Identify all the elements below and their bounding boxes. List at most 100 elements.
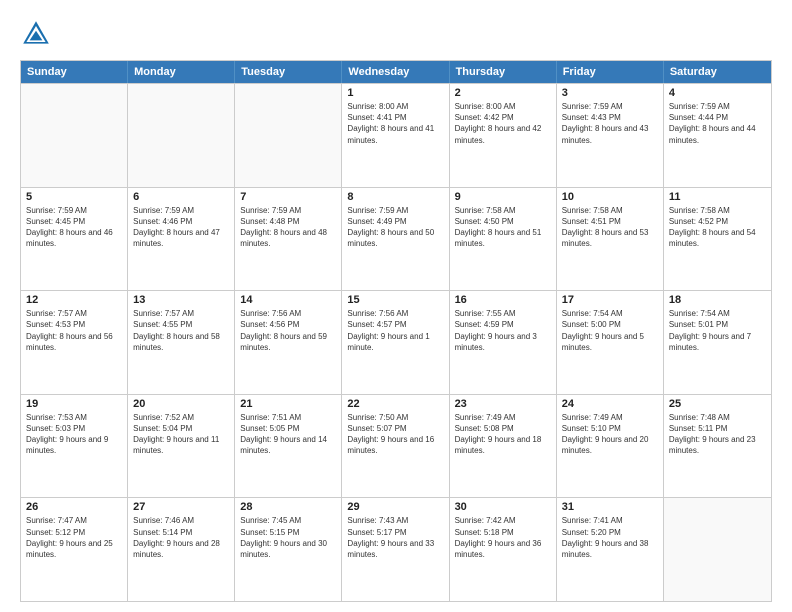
calendar-cell: 23 Sunrise: 7:49 AM Sunset: 5:08 PM Dayli… (450, 395, 557, 498)
calendar-cell: 13Sunrise: 7:57 AM Sunset: 4:55 PM Dayli… (128, 291, 235, 394)
calendar-cell: 21 Sunrise: 7:51 AM Sunset: 5:05 PM Dayli… (235, 395, 342, 498)
calendar-cell: 19 Sunrise: 7:53 AM Sunset: 5:03 PM Dayli… (21, 395, 128, 498)
cell-day-number: 28 (240, 501, 336, 513)
cell-day-number: 19 (26, 398, 122, 410)
cell-day-number: 27 (133, 501, 229, 513)
calendar-cell (664, 498, 771, 601)
cell-day-number: 18 (669, 294, 766, 306)
cell-day-number: 26 (26, 501, 122, 513)
calendar-cell: 7 Sunrise: 7:59 AM Sunset: 4:48 PM Daylig… (235, 188, 342, 291)
cal-header-cell: Sunday (21, 61, 128, 83)
cell-info-text: Sunrise: 7:46 AM Sunset: 5:14 PM Dayligh… (133, 515, 229, 560)
cell-day-number: 24 (562, 398, 658, 410)
cal-header-cell: Friday (557, 61, 664, 83)
cell-day-number: 7 (240, 191, 336, 203)
cell-day-number: 11 (669, 191, 766, 203)
cell-info-text: Sunrise: 7:59 AM Sunset: 4:46 PM Dayligh… (133, 205, 229, 250)
cell-info-text: Sunrise: 7:59 AM Sunset: 4:44 PM Dayligh… (669, 101, 766, 146)
calendar-week-row: 19 Sunrise: 7:53 AM Sunset: 5:03 PM Dayli… (21, 394, 771, 498)
cell-info-text: Sunrise: 7:54 AM Sunset: 5:00 PM Dayligh… (562, 308, 658, 353)
cell-info-text: Sunrise: 7:57 AM Sunset: 4:53 PM Dayligh… (26, 308, 122, 353)
cell-day-number: 21 (240, 398, 336, 410)
calendar-header-row: SundayMondayTuesdayWednesdayThursdayFrid… (21, 61, 771, 83)
calendar-cell: 28 Sunrise: 7:45 AM Sunset: 5:15 PM Dayli… (235, 498, 342, 601)
cell-info-text: Sunrise: 7:48 AM Sunset: 5:11 PM Dayligh… (669, 412, 766, 457)
cell-day-number: 29 (347, 501, 443, 513)
cell-info-text: Sunrise: 7:45 AM Sunset: 5:15 PM Dayligh… (240, 515, 336, 560)
calendar-cell: 16 Sunrise: 7:55 AM Sunset: 4:59 PM Dayli… (450, 291, 557, 394)
calendar-cell: 9 Sunrise: 7:58 AM Sunset: 4:50 PM Daylig… (450, 188, 557, 291)
calendar-cell (128, 84, 235, 187)
calendar-cell: 11 Sunrise: 7:58 AM Sunset: 4:52 PM Dayli… (664, 188, 771, 291)
cell-info-text: Sunrise: 7:59 AM Sunset: 4:43 PM Dayligh… (562, 101, 658, 146)
cell-info-text: Sunrise: 7:58 AM Sunset: 4:50 PM Dayligh… (455, 205, 551, 250)
calendar-cell: 4 Sunrise: 7:59 AM Sunset: 4:44 PM Daylig… (664, 84, 771, 187)
calendar-cell: 20 Sunrise: 7:52 AM Sunset: 5:04 PM Dayli… (128, 395, 235, 498)
cell-day-number: 20 (133, 398, 229, 410)
cell-info-text: Sunrise: 7:58 AM Sunset: 4:51 PM Dayligh… (562, 205, 658, 250)
cell-day-number: 10 (562, 191, 658, 203)
cell-day-number: 22 (347, 398, 443, 410)
cell-info-text: Sunrise: 7:49 AM Sunset: 5:10 PM Dayligh… (562, 412, 658, 457)
cal-header-cell: Monday (128, 61, 235, 83)
cell-info-text: Sunrise: 7:43 AM Sunset: 5:17 PM Dayligh… (347, 515, 443, 560)
cell-day-number: 23 (455, 398, 551, 410)
page: SundayMondayTuesdayWednesdayThursdayFrid… (0, 0, 792, 612)
cell-info-text: Sunrise: 8:00 AM Sunset: 4:41 PM Dayligh… (347, 101, 443, 146)
calendar-cell: 22 Sunrise: 7:50 AM Sunset: 5:07 PM Dayli… (342, 395, 449, 498)
cell-day-number: 31 (562, 501, 658, 513)
cell-day-number: 3 (562, 87, 658, 99)
cell-info-text: Sunrise: 7:53 AM Sunset: 5:03 PM Dayligh… (26, 412, 122, 457)
cell-info-text: Sunrise: 7:59 AM Sunset: 4:49 PM Dayligh… (347, 205, 443, 250)
cell-day-number: 9 (455, 191, 551, 203)
cell-info-text: Sunrise: 7:58 AM Sunset: 4:52 PM Dayligh… (669, 205, 766, 250)
calendar-week-row: 26 Sunrise: 7:47 AM Sunset: 5:12 PM Dayli… (21, 497, 771, 601)
logo-icon (20, 18, 52, 50)
calendar-cell: 10 Sunrise: 7:58 AM Sunset: 4:51 PM Dayli… (557, 188, 664, 291)
cell-day-number: 8 (347, 191, 443, 203)
cell-day-number: 17 (562, 294, 658, 306)
calendar-cell: 15Sunrise: 7:56 AM Sunset: 4:57 PM Dayli… (342, 291, 449, 394)
calendar-body: 1Sunrise: 8:00 AM Sunset: 4:41 PM Daylig… (21, 83, 771, 601)
cell-day-number: 16 (455, 294, 551, 306)
cell-info-text: Sunrise: 7:42 AM Sunset: 5:18 PM Dayligh… (455, 515, 551, 560)
cell-info-text: Sunrise: 7:59 AM Sunset: 4:45 PM Dayligh… (26, 205, 122, 250)
calendar-cell: 17 Sunrise: 7:54 AM Sunset: 5:00 PM Dayli… (557, 291, 664, 394)
cal-header-cell: Tuesday (235, 61, 342, 83)
cell-day-number: 14 (240, 294, 336, 306)
cell-day-number: 6 (133, 191, 229, 203)
cell-info-text: Sunrise: 7:51 AM Sunset: 5:05 PM Dayligh… (240, 412, 336, 457)
header (20, 18, 772, 50)
cell-day-number: 2 (455, 87, 551, 99)
calendar-cell: 12 Sunrise: 7:57 AM Sunset: 4:53 PM Dayli… (21, 291, 128, 394)
cell-info-text: Sunrise: 7:47 AM Sunset: 5:12 PM Dayligh… (26, 515, 122, 560)
cell-day-number: 4 (669, 87, 766, 99)
calendar-cell: 1Sunrise: 8:00 AM Sunset: 4:41 PM Daylig… (342, 84, 449, 187)
cell-info-text: Sunrise: 7:50 AM Sunset: 5:07 PM Dayligh… (347, 412, 443, 457)
cell-info-text: Sunrise: 7:49 AM Sunset: 5:08 PM Dayligh… (455, 412, 551, 457)
calendar-cell (235, 84, 342, 187)
logo (20, 18, 56, 50)
cell-day-number: 12 (26, 294, 122, 306)
cell-info-text: Sunrise: 8:00 AM Sunset: 4:42 PM Dayligh… (455, 101, 551, 146)
cell-info-text: Sunrise: 7:54 AM Sunset: 5:01 PM Dayligh… (669, 308, 766, 353)
cell-day-number: 13 (133, 294, 229, 306)
calendar-cell: 27 Sunrise: 7:46 AM Sunset: 5:14 PM Dayli… (128, 498, 235, 601)
cell-info-text: Sunrise: 7:55 AM Sunset: 4:59 PM Dayligh… (455, 308, 551, 353)
cell-info-text: Sunrise: 7:56 AM Sunset: 4:56 PM Dayligh… (240, 308, 336, 353)
cal-header-cell: Thursday (450, 61, 557, 83)
cell-info-text: Sunrise: 7:52 AM Sunset: 5:04 PM Dayligh… (133, 412, 229, 457)
calendar-cell: 24 Sunrise: 7:49 AM Sunset: 5:10 PM Dayli… (557, 395, 664, 498)
calendar-cell (21, 84, 128, 187)
calendar-cell: 18 Sunrise: 7:54 AM Sunset: 5:01 PM Dayli… (664, 291, 771, 394)
calendar-cell: 8 Sunrise: 7:59 AM Sunset: 4:49 PM Daylig… (342, 188, 449, 291)
cell-day-number: 30 (455, 501, 551, 513)
calendar-cell: 6 Sunrise: 7:59 AM Sunset: 4:46 PM Daylig… (128, 188, 235, 291)
calendar-cell: 26 Sunrise: 7:47 AM Sunset: 5:12 PM Dayli… (21, 498, 128, 601)
calendar-week-row: 12 Sunrise: 7:57 AM Sunset: 4:53 PM Dayli… (21, 290, 771, 394)
calendar-cell: 5 Sunrise: 7:59 AM Sunset: 4:45 PM Daylig… (21, 188, 128, 291)
calendar-cell: 14 Sunrise: 7:56 AM Sunset: 4:56 PM Dayli… (235, 291, 342, 394)
cell-day-number: 5 (26, 191, 122, 203)
calendar-week-row: 5 Sunrise: 7:59 AM Sunset: 4:45 PM Daylig… (21, 187, 771, 291)
cell-info-text: Sunrise: 7:59 AM Sunset: 4:48 PM Dayligh… (240, 205, 336, 250)
